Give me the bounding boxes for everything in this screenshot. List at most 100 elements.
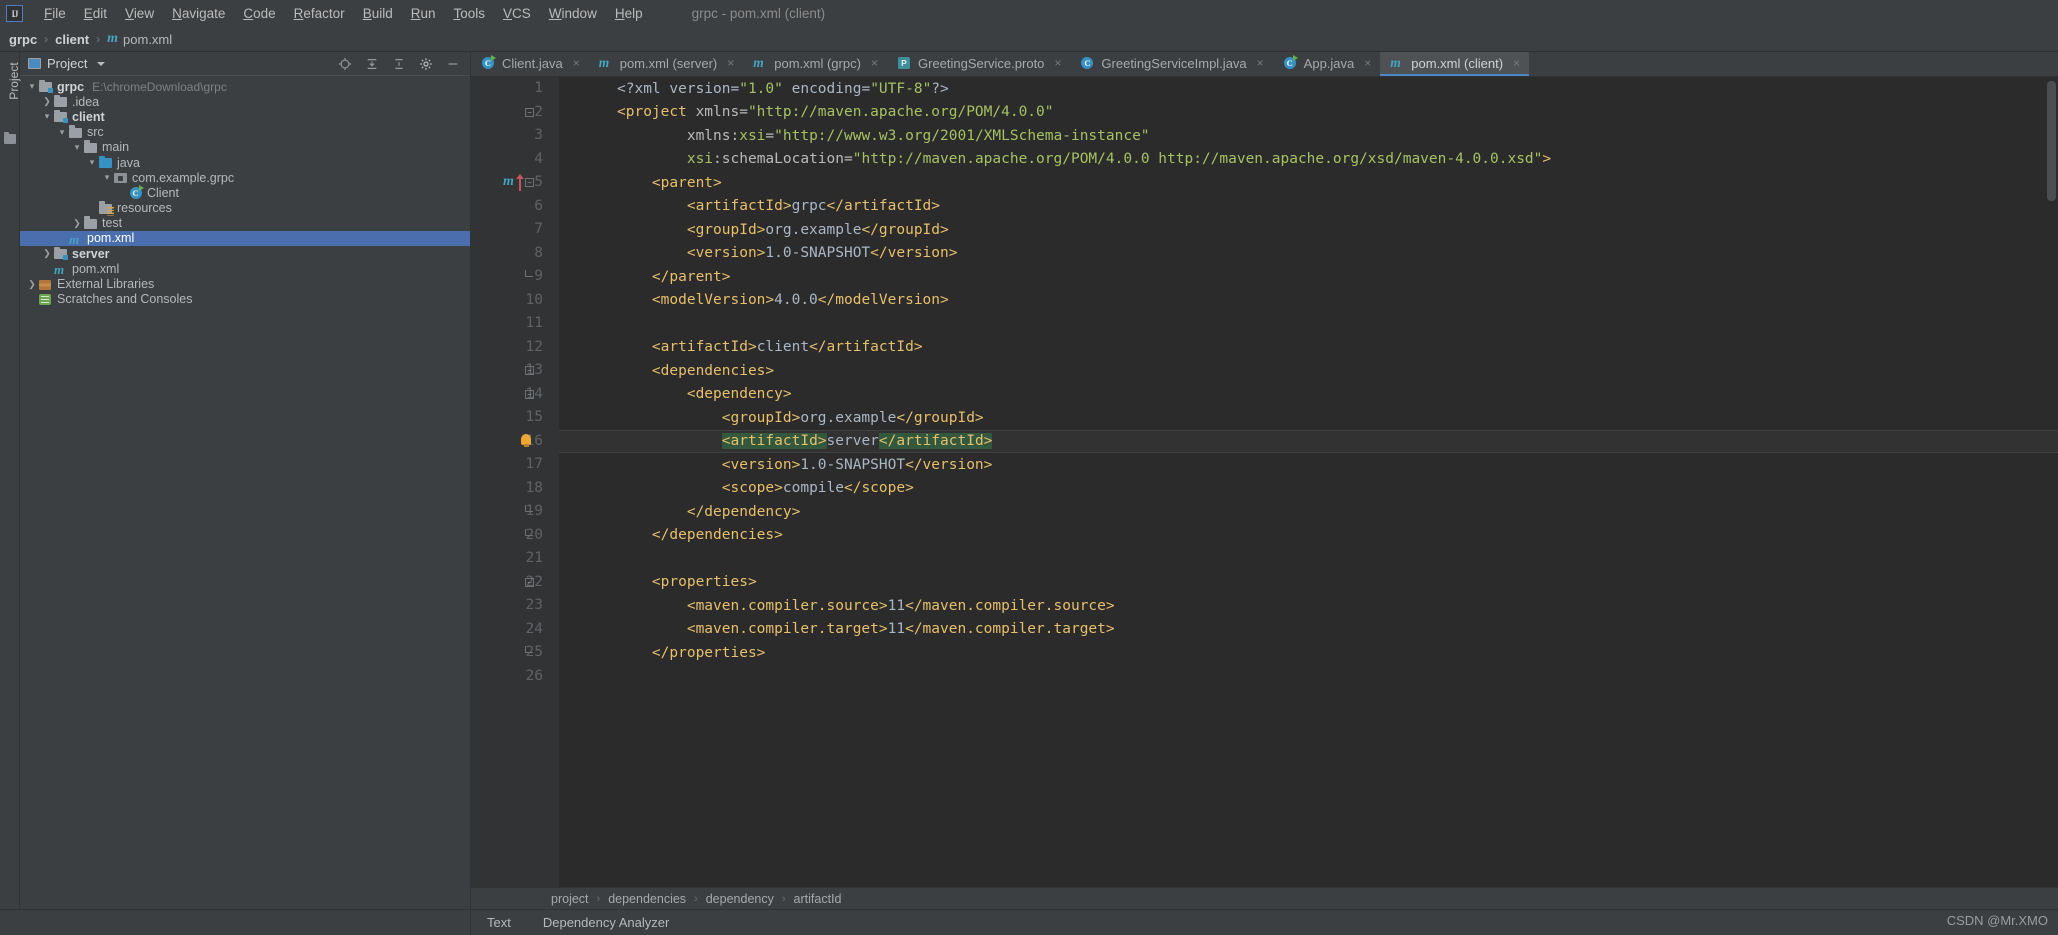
chevron-down-icon[interactable]: ▾ [86,157,98,168]
chevron-right-icon[interactable]: ❯ [41,96,53,107]
chevron-right-icon[interactable]: ❯ [41,248,53,259]
chevron-down-icon[interactable]: ▾ [101,172,113,183]
gutter-line[interactable]: 2− [471,101,559,125]
gutter-line[interactable]: 22− [471,571,559,595]
editor-breadcrumb-dependency[interactable]: dependency [706,892,774,906]
code-line[interactable]: <artifactId> client </artifactId> [559,336,2058,360]
code-line[interactable]: <version> 1.0-SNAPSHOT </version> [559,242,2058,266]
code-line[interactable] [559,312,2058,336]
menu-item-vcs[interactable]: VCS [494,4,540,23]
editor-tab-greetingservice-proto[interactable]: P GreetingService.proto × [887,52,1070,76]
code-line[interactable]: <modelVersion> 4.0.0 </modelVersion> [559,289,2058,313]
gutter-line[interactable]: 18 [471,477,559,501]
code-line[interactable]: </dependencies> [559,524,2058,548]
gear-icon[interactable] [419,57,433,71]
code-line[interactable]: </parent> [559,265,2058,289]
tree-node-java[interactable]: ▾ java [20,155,470,170]
code-line[interactable]: <maven.compiler.target> 11 </maven.compile… [559,618,2058,642]
editor-tab-client-java[interactable]: C Client.java × [471,52,589,76]
menu-item-window[interactable]: Window [540,4,606,23]
code-line[interactable]: </dependency> [559,500,2058,524]
gutter-line[interactable]: 6 [471,195,559,219]
menu-item-navigate[interactable]: Navigate [163,4,234,23]
code-editor[interactable]: 1 2−3 4 5− m 6 7 8 9 10 11 12 13−14−15 16 17 18 19 20 21 22… [471,77,2058,887]
editor-tab-pom-xml-server-[interactable]: m pom.xml (server) × [589,52,744,76]
code-line[interactable]: <dependencies> [559,359,2058,383]
close-icon[interactable]: × [1364,56,1371,70]
tree-node-pom-xml[interactable]: m pom.xml [20,230,470,247]
code-line[interactable]: xsi:schemaLocation= "http://maven.apache.… [559,148,2058,172]
code-line[interactable]: <maven.compiler.source> 11 </maven.compile… [559,594,2058,618]
chevron-down-icon[interactable]: ▾ [56,127,68,138]
close-icon[interactable]: × [573,56,580,70]
editor-breadcrumb-artifactId[interactable]: artifactId [794,892,842,906]
chevron-down-icon[interactable] [97,61,106,66]
code-line[interactable]: <project xmlns= "http://maven.apache.org/… [559,101,2058,125]
tree-node-resources[interactable]: resources [20,201,470,216]
tree-node-pom-xml[interactable]: m pom.xml [20,261,470,278]
code-line[interactable]: <groupId> org.example </groupId> [559,406,2058,430]
status-text-mode[interactable]: Text [471,915,527,930]
editor-breadcrumb-bar[interactable]: project › dependencies › dependency › artifact… [471,887,2058,909]
menu-item-code[interactable]: Code [234,4,284,23]
code-line[interactable]: <?xml version= "1.0" encoding= "UTF-8" ?> [559,77,2058,101]
close-icon[interactable]: × [1257,56,1264,70]
gutter-line[interactable]: 1 [471,77,559,101]
maven-gutter-icon[interactable]: m [503,174,514,190]
menu-item-build[interactable]: Build [354,4,402,23]
menu-item-edit[interactable]: Edit [75,4,116,23]
menu-item-view[interactable]: View [116,4,163,23]
gutter-line[interactable]: 23 [471,594,559,618]
gutter-line[interactable]: 16 [471,430,559,454]
editor-code-lines[interactable]: <?xml version= "1.0" encoding= "UTF-8" ?> <p… [559,77,2058,887]
menu-item-file[interactable]: File [35,4,75,23]
menu-item-help[interactable]: Help [606,4,652,23]
editor-tab-app-java[interactable]: C App.java × [1273,52,1381,76]
tool-window-project-tab[interactable]: Project [0,60,21,122]
fold-end-icon[interactable] [525,528,533,536]
code-line[interactable]: <groupId> org.example </groupId> [559,218,2058,242]
editor-tab-bar[interactable]: C Client.java × m pom.xml (server) × m pom.xml … [471,52,2058,77]
fold-end-icon[interactable] [525,646,533,653]
tree-node-client[interactable]: C Client [20,185,470,200]
collapse-all-icon[interactable] [365,57,379,71]
expand-icon[interactable] [392,57,406,71]
tree-node-src[interactable]: ▾ src [20,125,470,140]
fold-collapse-icon[interactable]: − [525,178,534,187]
fold-end-icon[interactable] [525,505,533,512]
gutter-line[interactable]: 15 [471,406,559,430]
tree-node--idea[interactable]: ❯ .idea [20,94,470,109]
tree-node-client[interactable]: ▾ client [20,109,470,124]
menu-item-tools[interactable]: Tools [445,4,495,23]
gutter-line[interactable]: 5− m [471,171,559,195]
breadcrumb-file[interactable]: pom.xml [123,32,172,47]
chevron-right-icon[interactable]: ❯ [71,218,83,229]
editor-scrollbar[interactable] [2047,81,2056,201]
gutter-line[interactable]: 14− [471,383,559,407]
intention-bulb-icon[interactable] [521,433,531,447]
close-icon[interactable]: × [1054,56,1061,70]
project-tree[interactable]: ▾ grpc E:\chromeDownload\grpc ❯ .idea ▾ client… [20,76,470,909]
gutter-line[interactable]: 13− [471,359,559,383]
gutter-line[interactable]: 10 [471,289,559,313]
close-icon[interactable]: × [871,56,878,70]
chevron-right-icon[interactable]: ❯ [26,279,38,290]
editor-breadcrumb-project[interactable]: project [551,892,589,906]
gutter-line[interactable]: 11 [471,312,559,336]
code-line[interactable]: <artifactId> server </artifactId> [559,429,2058,453]
tree-node-main[interactable]: ▾ main [20,140,470,155]
gutter-line[interactable]: 24 [471,618,559,642]
code-line[interactable] [559,665,2058,689]
code-line[interactable]: xmlns: xsi = "http://www.w3.org/2001/XMLSch… [559,124,2058,148]
code-line[interactable]: <artifactId> grpc </artifactId> [559,195,2058,219]
structure-folder-icon[interactable] [4,131,16,144]
gutter-line[interactable]: 3 [471,124,559,148]
gutter-line[interactable]: 19 [471,500,559,524]
editor-breadcrumb-dependencies[interactable]: dependencies [608,892,686,906]
close-icon[interactable]: × [1513,56,1520,70]
code-line[interactable] [559,547,2058,571]
gutter-line[interactable]: 20 [471,524,559,548]
menu-item-run[interactable]: Run [402,4,445,23]
code-line[interactable]: <dependency> [559,383,2058,407]
gutter-line[interactable]: 21 [471,547,559,571]
